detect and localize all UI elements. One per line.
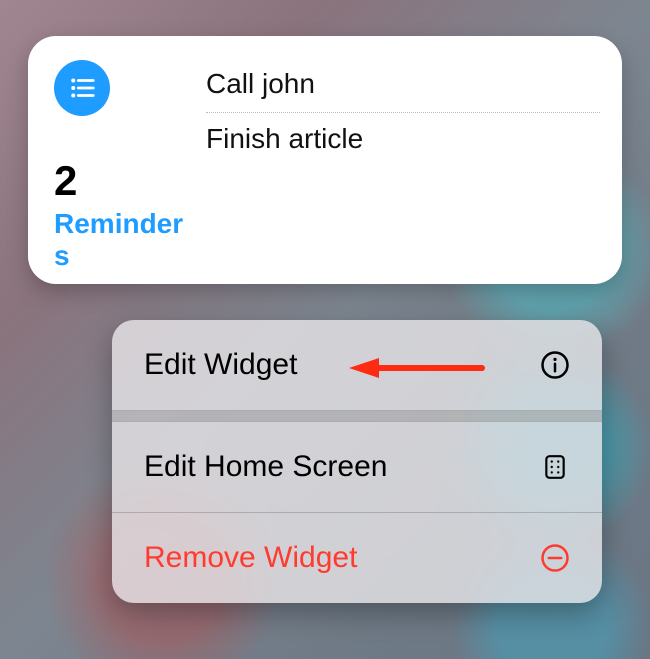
menu-section-separator xyxy=(112,411,602,421)
menu-item-label: Remove Widget xyxy=(144,541,357,575)
reminders-item-list: Call john Finish article xyxy=(206,58,600,167)
list-item[interactable]: Call john xyxy=(206,58,600,112)
remove-minus-icon xyxy=(538,541,572,575)
reminders-list-icon xyxy=(54,60,110,116)
edit-widget-menu-item[interactable]: Edit Widget xyxy=(112,320,602,410)
widget-context-menu: Edit Widget Edit Home Screen R xyxy=(112,320,602,603)
widget-header: 2 Reminders xyxy=(54,60,190,272)
menu-item-label: Edit Home Screen xyxy=(144,450,387,484)
edit-home-screen-menu-item[interactable]: Edit Home Screen xyxy=(112,422,602,512)
home-screen-apps-icon xyxy=(538,450,572,484)
widget-app-name: Reminders xyxy=(54,208,190,272)
list-item[interactable]: Finish article xyxy=(206,112,600,167)
remove-widget-menu-item[interactable]: Remove Widget xyxy=(112,513,602,603)
reminders-count: 2 xyxy=(54,160,190,202)
menu-item-label: Edit Widget xyxy=(144,348,297,382)
reminders-widget[interactable]: 2 Reminders Call john Finish article xyxy=(28,36,622,284)
info-icon xyxy=(538,348,572,382)
